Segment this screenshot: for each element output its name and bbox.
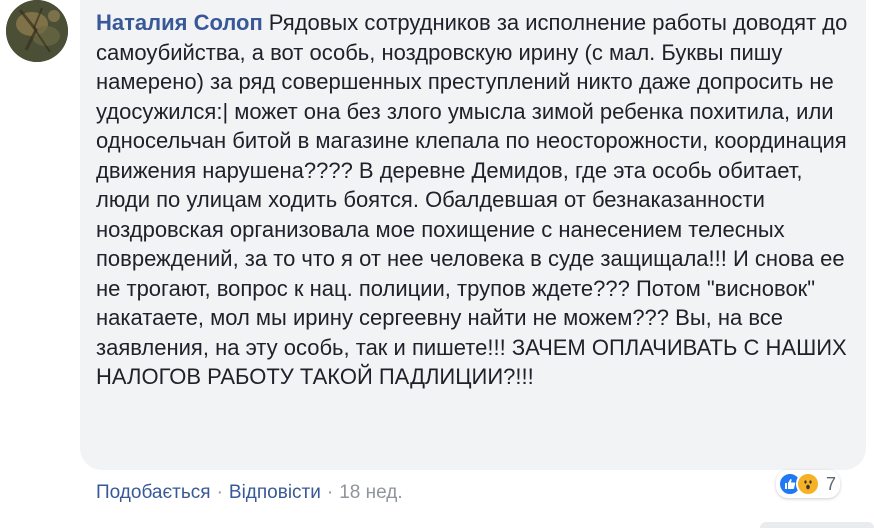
- separator-dot: ·: [326, 482, 334, 503]
- comment-body: Наталия Солоп Рядовых сотрудников за испо…: [96, 8, 852, 392]
- reply-button[interactable]: Відповісти: [229, 482, 321, 503]
- like-button[interactable]: Подобається: [96, 482, 211, 503]
- comment-actions: Подобається · Відповісти · 18 нед.: [96, 480, 403, 506]
- avatar-image: [6, 0, 68, 62]
- comment-bubble: Наталия Солоп Рядовых сотрудников за испо…: [80, 0, 866, 470]
- next-comment-edge: [760, 522, 874, 528]
- avatar[interactable]: [6, 0, 68, 62]
- comment-author-name[interactable]: Наталия Солоп: [96, 10, 263, 35]
- comment-timestamp[interactable]: 18 нед.: [339, 482, 402, 503]
- reaction-summary[interactable]: 7: [776, 470, 841, 498]
- comment-text: Рядовых сотрудников за исполнение работы…: [96, 10, 848, 389]
- wow-icon: [796, 472, 820, 496]
- separator-dot: ·: [216, 482, 223, 503]
- reaction-count: 7: [826, 473, 837, 494]
